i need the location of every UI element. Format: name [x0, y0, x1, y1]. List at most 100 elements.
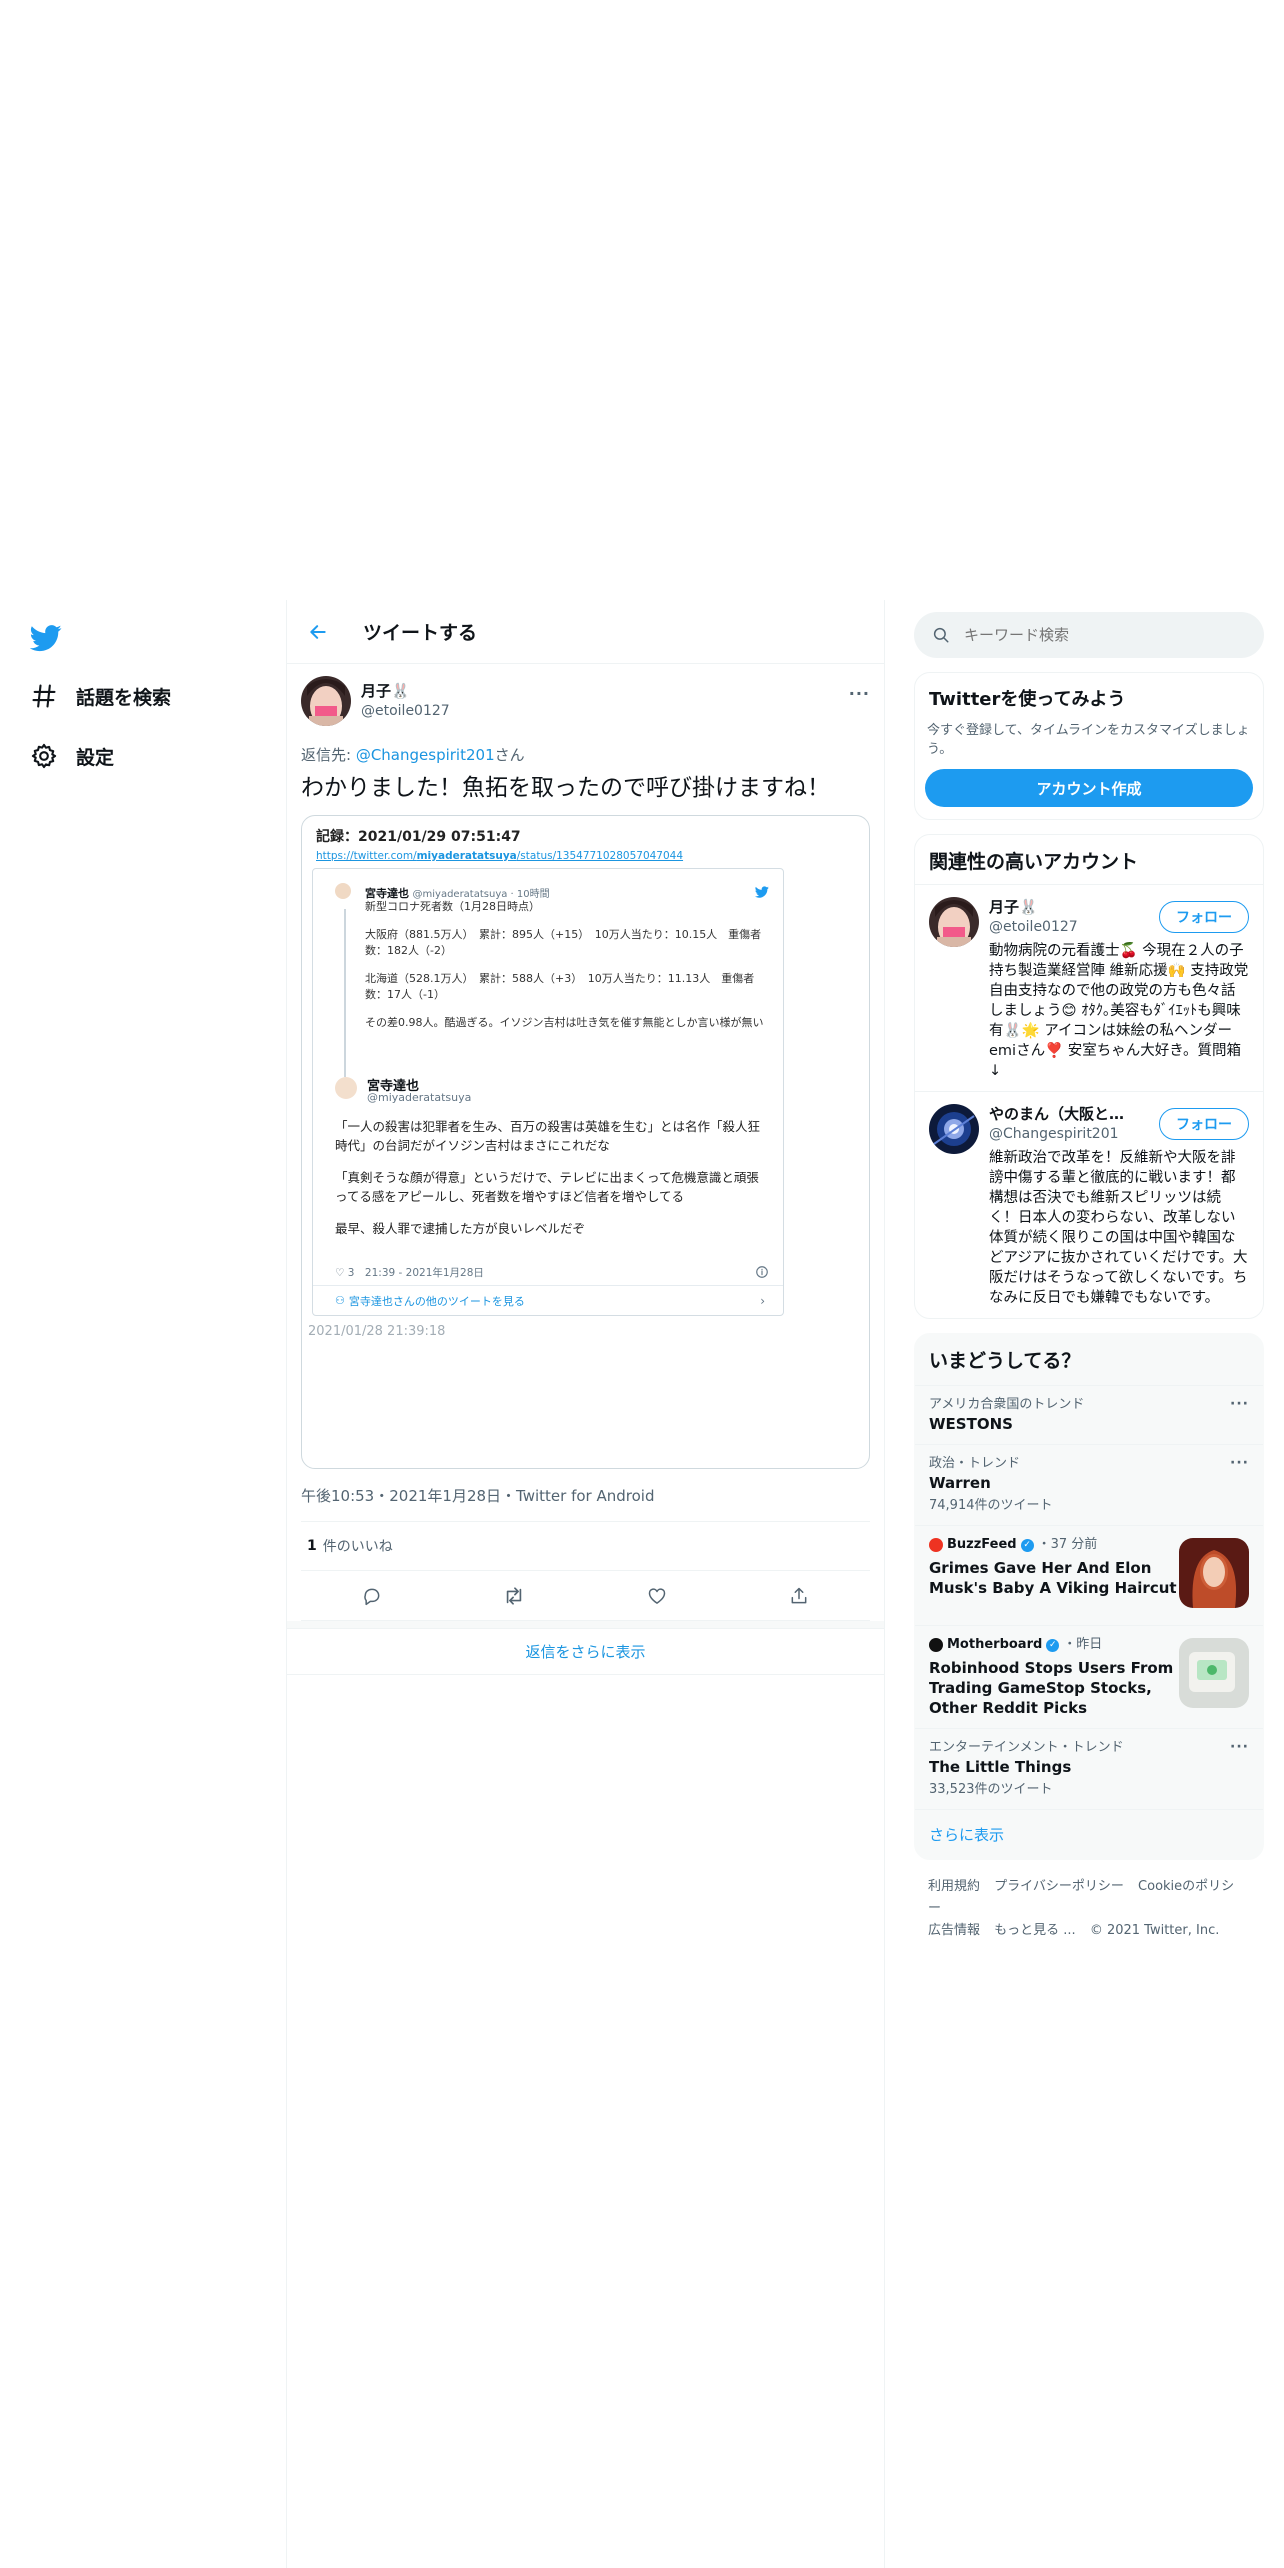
like-button[interactable]: [637, 1576, 677, 1616]
verified-icon: ✓: [1020, 1538, 1034, 1552]
quoted-body: 新型コロナ死者数（1月28日時点） 大阪府（881.5万人） 累計：895人（+…: [365, 900, 764, 1029]
info-icon: [756, 1266, 768, 1278]
tweet-text: わかりました！魚拓を取ったので呼び掛けますね！: [301, 775, 830, 801]
main-meta: ♡ 3 21:39 - 2021年1月28日: [335, 1267, 484, 1279]
create-account-button[interactable]: アカウント作成: [925, 769, 1253, 807]
trend-item[interactable]: 政治・トレンド Warren 74,914件のツイート ···: [915, 1444, 1263, 1525]
relevant-accounts-card: 関連性の高いアカウント 月子🐰 @etoile0127 フォロー 動物病院の元看…: [914, 834, 1264, 1319]
trend-name: The Little Things: [929, 1758, 1072, 1776]
avatar[interactable]: [929, 897, 979, 947]
arrow-left-icon: [310, 624, 326, 639]
news-thumbnail: [1179, 1638, 1249, 1708]
more-tweets-link: ⚇ 宮寺達也さんの他のツイートを見る ›: [313, 1285, 783, 1315]
right-sidebar: Twitterを使ってみよう 今すぐ登録して、タイムラインをカスタマイズしましょ…: [914, 612, 1264, 1958]
likes-count[interactable]: 1 件のいいね: [301, 1521, 870, 1571]
search-icon: [933, 627, 949, 643]
share-button[interactable]: [779, 1576, 819, 1616]
news-title: Grimes Gave Her And Elon Musk's Baby A V…: [929, 1559, 1177, 1597]
quoted-avatar: [335, 883, 351, 899]
hashtag-icon: [32, 684, 56, 708]
reply-handle-link[interactable]: @Changespirit201: [356, 746, 495, 764]
more-options-icon[interactable]: ···: [1230, 1455, 1249, 1471]
reply-icon: [364, 1588, 380, 1605]
more-options-icon[interactable]: ···: [849, 684, 870, 703]
tweet-timestamp[interactable]: 午後10:53・2021年1月28日・Twitter for Android: [301, 1485, 870, 1505]
reply-to: 返信先: @Changespirit201さん: [301, 744, 870, 765]
reply-button[interactable]: [352, 1576, 392, 1616]
nav-explore[interactable]: 話題を検索: [30, 676, 171, 716]
gear-icon: [31, 743, 57, 769]
footer-copyright: © 2021 Twitter, Inc.: [1089, 1923, 1220, 1938]
account-item[interactable]: やのまん（大阪と維... @Changespirit201 フォロー 維新政治で…: [915, 1091, 1263, 1318]
follow-button[interactable]: フォロー: [1159, 901, 1249, 933]
account-item[interactable]: 月子🐰 @etoile0127 フォロー 動物病院の元看護士🍒 今現在２人の子持…: [915, 884, 1263, 1091]
main-handle: @miyaderatatsuya: [367, 1091, 472, 1104]
tweet-actions: [301, 1571, 870, 1621]
signup-description: 今すぐ登録して、タイムラインをカスタマイズしましょう。: [927, 723, 1250, 757]
trend-item[interactable]: アメリカ合衆国のトレンド WESTONS ···: [915, 1385, 1263, 1444]
footer-link-ads[interactable]: 広告情報: [928, 1923, 980, 1938]
tweet-image[interactable]: 記録：2021/01/29 07:51:47 https://twitter.c…: [301, 815, 870, 1469]
more-options-icon[interactable]: ···: [1230, 1396, 1249, 1412]
follow-button[interactable]: フォロー: [1159, 1108, 1249, 1140]
capture-timestamp: 2021/01/28 21:39:18: [308, 1324, 446, 1339]
archived-url: https://twitter.com/miyaderatatsuya/stat…: [316, 850, 684, 862]
footer-link-more[interactable]: もっと見る ...: [994, 1923, 1076, 1938]
trend-item[interactable]: エンターテインメント・トレンド The Little Things 33,523…: [915, 1728, 1263, 1809]
main-column: ツイートする 月子🐰 @etoile0127 ··· 返信先: @Changes…: [286, 600, 885, 2568]
news-item[interactable]: Motherboard ✓ ・昨日 Robinhood Stops Users …: [915, 1625, 1263, 1728]
motherboard-logo-icon: [929, 1638, 943, 1652]
show-more-link[interactable]: さらに表示: [915, 1809, 1263, 1859]
trend-name: Warren: [929, 1474, 991, 1492]
avatar[interactable]: [301, 676, 351, 726]
embedded-tweet-screenshot: 宮寺達也 @miyaderatatsuya · 10時間 新型コロナ死者数（1月…: [312, 868, 784, 1316]
main-avatar: [335, 1077, 357, 1099]
thread-line: [344, 909, 346, 1077]
account-bio: 維新政治で改革を！反維新や大阪を誹謗中傷する輩と徹底的に戦います！都構想は否決で…: [989, 1150, 1248, 1306]
twitter-logo-icon[interactable]: [30, 622, 62, 654]
tweet-author[interactable]: 月子🐰 @etoile0127: [301, 674, 870, 728]
twitter-bird-icon: [755, 886, 769, 898]
heart-icon: [648, 1587, 665, 1604]
news-time: ・37 分前: [1037, 1537, 1098, 1552]
search-input[interactable]: [964, 626, 1224, 644]
back-button[interactable]: [303, 617, 333, 647]
record-timestamp: 記録：2021/01/29 07:51:47: [316, 829, 521, 845]
news-title: Robinhood Stops Users From Trading GameS…: [929, 1659, 1174, 1717]
author-name: 月子🐰: [361, 682, 410, 700]
trend-name: WESTONS: [929, 1415, 1013, 1433]
signup-card: Twitterを使ってみよう 今すぐ登録して、タイムラインをカスタマイズしましょ…: [914, 672, 1264, 820]
more-options-icon[interactable]: ···: [1230, 1739, 1249, 1755]
footer-link-privacy[interactable]: プライバシーポリシー: [994, 1879, 1124, 1894]
nav-settings-label: 設定: [76, 746, 115, 769]
page-title: ツイートする: [363, 622, 478, 644]
relevant-title: 関連性の高いアカウント: [929, 851, 1139, 873]
reply-suffix: さん: [494, 746, 525, 764]
author-handle: @etoile0127: [361, 703, 450, 719]
divider: [287, 1621, 884, 1629]
chevron-right-icon: ›: [760, 1294, 765, 1308]
show-more-replies-button[interactable]: 返信をさらに表示: [287, 1629, 884, 1675]
news-source: Motherboard: [947, 1637, 1043, 1652]
account-handle: @Changespirit201: [989, 1126, 1119, 1142]
news-thumbnail: [1179, 1538, 1249, 1608]
retweet-icon: [507, 1586, 522, 1605]
person-icon: ⚇: [335, 1294, 345, 1307]
news-item[interactable]: BuzzFeed ✓ ・37 分前 Grimes Gave Her And El…: [915, 1525, 1263, 1625]
search-bar[interactable]: [914, 612, 1264, 658]
trend-category: 政治・トレンド: [929, 1456, 1021, 1471]
footer-link-terms[interactable]: 利用規約: [928, 1879, 980, 1894]
account-name: 月子🐰: [989, 898, 1038, 916]
nav-settings[interactable]: 設定: [30, 736, 114, 776]
news-source: BuzzFeed: [947, 1537, 1017, 1552]
avatar[interactable]: [929, 1104, 979, 1154]
news-time: ・昨日: [1063, 1637, 1103, 1652]
share-icon: [791, 1587, 807, 1603]
retweet-button[interactable]: [494, 1576, 534, 1616]
signup-title: Twitterを使ってみよう: [929, 689, 1126, 710]
main-body: 「一人の殺害は犯罪者を生み、百万の殺害は英雄を生む」とは名作「殺人狂時代」の台詞…: [335, 1119, 761, 1236]
account-name: やのまん（大阪と維...: [989, 1105, 1139, 1123]
trend-category: エンターテインメント・トレンド: [929, 1740, 1124, 1755]
focused-tweet: 月子🐰 @etoile0127 ··· 返信先: @Changespirit20…: [287, 664, 884, 1675]
account-handle: @etoile0127: [989, 919, 1078, 935]
